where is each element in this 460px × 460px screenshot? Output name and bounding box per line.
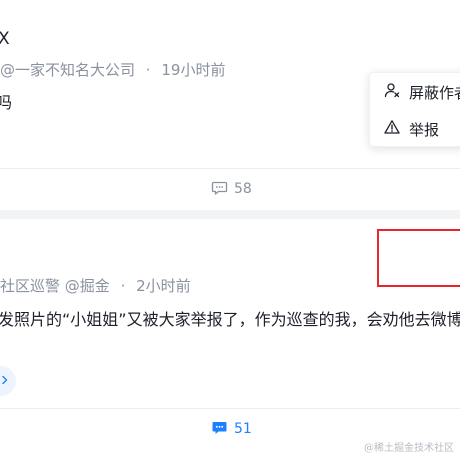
divider	[0, 168, 460, 169]
warning-icon	[384, 119, 400, 139]
chevron-right-icon	[1, 373, 9, 389]
post1-body: 吗	[0, 93, 13, 112]
meta-separator: ·	[120, 277, 126, 295]
divider	[0, 408, 460, 409]
post1-comment-count: 58	[234, 181, 252, 197]
comment-icon	[211, 419, 228, 440]
more-options-menu: 屏蔽作者 举报	[369, 72, 460, 147]
menu-item-report[interactable]: 举报	[384, 116, 439, 142]
post2-author[interactable]: 社区巡警 @掘金	[0, 277, 110, 295]
post1-title[interactable]: X	[0, 28, 10, 50]
block-user-icon	[384, 82, 400, 102]
post2-time: 2小时前	[136, 277, 191, 295]
post-separator	[0, 210, 460, 219]
watermark: @稀土掘金技术社区	[364, 443, 454, 454]
highlight-box	[377, 229, 460, 287]
menu-item-label: 屏蔽作者	[409, 83, 460, 102]
post2-meta: 社区巡警 @掘金 · 2小时前	[0, 275, 191, 297]
comment-icon	[211, 179, 228, 200]
post1-meta: @一家不知名大公司 · 19小时前	[0, 59, 225, 81]
post1-author[interactable]: @一家不知名大公司	[0, 61, 135, 79]
menu-item-block-author[interactable]: 屏蔽作者	[384, 79, 460, 105]
post1-comment-button[interactable]: 58	[211, 178, 252, 200]
meta-separator: ·	[145, 61, 151, 79]
menu-item-label: 举报	[409, 120, 440, 139]
post2-comment-count: 51	[234, 421, 252, 437]
post2-body: 发照片的“小姐姐”又被大家举报了，作为巡查的我，会劝他去微博发	[0, 310, 460, 329]
post2-comment-button[interactable]: 51	[211, 418, 252, 440]
expand-button[interactable]	[0, 366, 16, 396]
post1-time: 19小时前	[161, 61, 226, 79]
